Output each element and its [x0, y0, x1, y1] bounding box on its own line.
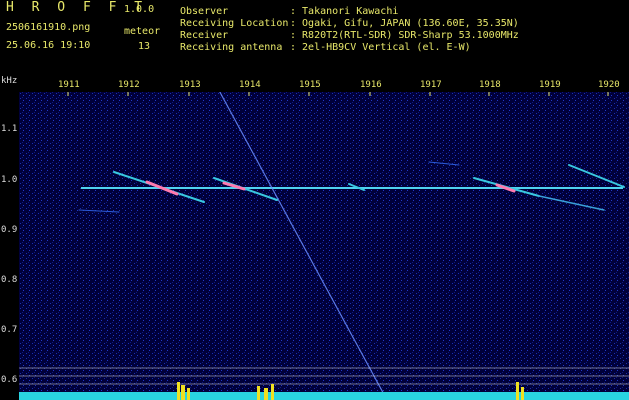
time-tick-1914: 1914 — [239, 80, 261, 90]
file-datetime: 25.06.16 19:10 — [6, 40, 91, 51]
info-value-receiver: : R820T2(RTL-SDR) SDR-Sharp 53.1000MHz — [290, 30, 519, 41]
frequency-axis: kHz 1.1 1.0 0.9 0.8 0.7 0.6 — [0, 76, 20, 400]
time-tick-1916: 1916 — [360, 80, 382, 90]
app-version: 1.0.0 — [124, 4, 155, 15]
file-name: 2506161910.png — [6, 22, 91, 33]
y-tick-1-1: 1.1 — [1, 124, 18, 134]
y-tick-0-9: 0.9 — [1, 225, 18, 235]
y-unit-label: kHz — [1, 76, 18, 86]
time-tick-1920: 1920 — [598, 80, 620, 90]
spectrum-peak — [521, 387, 524, 400]
info-key-location: Receiving Location — [180, 18, 289, 29]
spectrum-baseline — [19, 392, 629, 400]
time-tick-1917: 1917 — [420, 80, 442, 90]
info-key-receiver: Receiver — [180, 30, 229, 41]
spectrum-peak — [181, 385, 185, 400]
time-tick-1912: 1912 — [118, 80, 140, 90]
spectrum-peak — [177, 382, 180, 400]
time-tick-1913: 1913 — [179, 80, 201, 90]
hroft-screen: H R O F F T 1.0.0 2506161910.png 25.06.1… — [0, 0, 629, 400]
info-value-antenna: : 2el-HB9CV Vertical (el. E-W) — [290, 42, 471, 53]
spectrum-peak — [264, 388, 268, 400]
info-value-location: : Ogaki, Gifu, JAPAN (136.60E, 35.35N) — [290, 18, 519, 29]
spectrum-peak — [187, 388, 190, 400]
time-tick-1911: 1911 — [58, 80, 80, 90]
spectrum-peak — [257, 386, 260, 400]
y-tick-0-6: 0.6 — [1, 375, 18, 385]
time-tick-1915: 1915 — [299, 80, 321, 90]
info-value-observer: : Takanori Kawachi — [290, 6, 399, 17]
meteor-label: meteor — [124, 26, 161, 37]
y-tick-0-7: 0.7 — [1, 325, 18, 335]
y-tick-1-0: 1.0 — [1, 175, 18, 185]
y-tick-0-8: 0.8 — [1, 275, 18, 285]
noise-background — [19, 92, 629, 400]
spectrum-peak — [271, 384, 274, 400]
spectrum-peak — [516, 382, 519, 400]
meteor-count: 13 — [138, 41, 151, 52]
spectrogram-plot — [19, 92, 629, 400]
info-key-observer: Observer — [180, 6, 229, 17]
info-key-antenna: Receiving antenna — [180, 42, 283, 53]
time-tick-1919: 1919 — [539, 80, 561, 90]
time-tick-1918: 1918 — [479, 80, 501, 90]
